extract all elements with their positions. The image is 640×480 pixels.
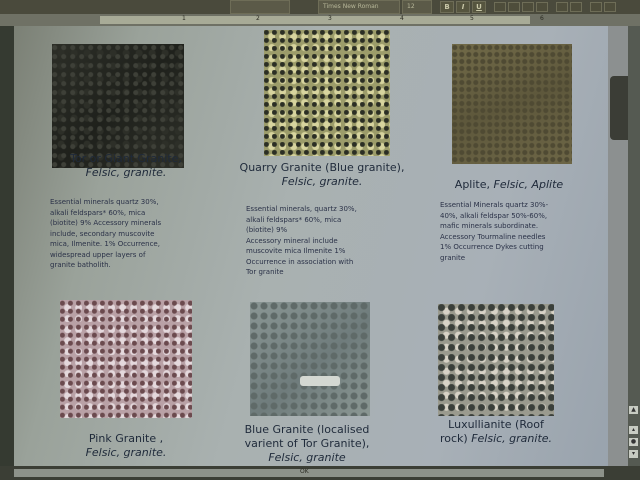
caption-subtitle: Felsic, Aplite xyxy=(493,178,564,191)
previous-page-icon[interactable]: ▴ xyxy=(629,426,638,434)
description-line: Accessory Tourmaline needles xyxy=(440,232,546,241)
caption-subtitle: Felsic, granite. xyxy=(471,432,553,445)
description-line: Accessory mineral include xyxy=(246,236,338,245)
numbered-list-icon[interactable] xyxy=(556,2,568,12)
underline-button[interactable]: U xyxy=(472,1,486,13)
quarry-granite-caption: Quarry Granite (Blue granite), Felsic, g… xyxy=(222,161,422,189)
scroll-up-icon[interactable]: ▲ xyxy=(629,406,638,414)
pink-granite-caption: Pink Granite , Felsic, granite. xyxy=(66,432,186,460)
caption-subtitle: Felsic, granite xyxy=(268,451,346,464)
luxullianite-photo xyxy=(438,304,554,416)
justify-icon[interactable] xyxy=(536,2,548,12)
ruler-number: 3 xyxy=(328,15,332,22)
description-line: granite xyxy=(440,253,466,262)
description-line: mica, Ilmenite. 1% Occurrence, xyxy=(50,240,160,248)
aplite-photo xyxy=(452,44,572,164)
caption-subtitle: Felsic, granite. xyxy=(281,175,363,188)
ruler-paper-area xyxy=(100,16,530,24)
blue-granite-photo xyxy=(250,302,370,416)
tor-granite-description: Essential minerals quartz 30%, alkali fe… xyxy=(50,197,161,271)
font-size-dropdown[interactable]: 12 xyxy=(402,0,432,14)
vertical-scrollbar[interactable]: ▲ ▴ ● ▾ xyxy=(628,26,640,466)
description-line: Essential minerals quartz 30%, xyxy=(50,198,159,206)
caption-title: Luxullianite (Roof xyxy=(448,418,544,431)
ruler[interactable]: 1 2 3 4 5 6 xyxy=(0,14,640,26)
ruler-number: 5 xyxy=(470,15,474,22)
blue-granite-caption: Blue Granite (localised varient of Tor G… xyxy=(232,423,382,465)
description-line: alkali feldspars* 60%, mica xyxy=(246,215,342,224)
description-line: granite batholith. xyxy=(50,261,111,269)
align-center-icon[interactable] xyxy=(508,2,520,12)
caption-subtitle: Felsic, granite. xyxy=(85,446,167,459)
italic-button[interactable]: I xyxy=(456,1,470,13)
caption-title: Quarry Granite (Blue granite), xyxy=(239,161,405,174)
aplite-description: Essential Minerals quartz 30%- 40%, alka… xyxy=(440,200,548,263)
luxullianite-caption: Luxullianite (Roof rock) Felsic, granite… xyxy=(428,418,564,446)
outdent-icon[interactable] xyxy=(604,2,616,12)
description-line: include, secondary muscovite xyxy=(50,229,155,238)
caption-title-line2: rock) xyxy=(439,432,468,445)
ruler-number: 1 xyxy=(182,15,186,22)
status-label: OK xyxy=(300,468,309,475)
description-line: Essential Minerals quartz 30%- xyxy=(440,201,549,209)
caption-title: Pink Granite , xyxy=(88,432,164,445)
horizontal-scrollbar[interactable] xyxy=(14,469,604,477)
ruler-number: 2 xyxy=(256,15,260,22)
align-right-icon[interactable] xyxy=(522,2,534,12)
style-dropdown[interactable] xyxy=(230,0,290,14)
caption-title: Tor or Giant Granite, xyxy=(70,152,182,165)
next-page-icon[interactable]: ▾ xyxy=(629,450,638,458)
caption-title: Aplite, xyxy=(454,178,490,191)
ruler-number: 4 xyxy=(400,15,404,22)
aplite-caption: Aplite, Felsic, Aplite xyxy=(434,178,584,192)
bold-button[interactable]: B xyxy=(440,1,454,13)
indent-icon[interactable] xyxy=(590,2,602,12)
description-line: Essential minerals, quartz 30%, xyxy=(246,205,357,213)
pink-granite-photo xyxy=(60,300,192,418)
document-page[interactable]: Tor or Giant Granite, Felsic, granite. Q… xyxy=(14,26,610,466)
ruler-number: 6 xyxy=(540,15,544,22)
quarry-granite-photo xyxy=(264,30,390,156)
description-line: Occurrence in association with xyxy=(246,257,354,266)
formatting-toolbar: Times New Roman 12 B I U xyxy=(0,0,640,14)
align-left-icon[interactable] xyxy=(494,2,506,12)
description-line: widespread upper layers of xyxy=(50,250,146,259)
select-browse-object-icon[interactable]: ● xyxy=(629,438,638,446)
quarry-granite-description: Essential minerals, quartz 30%, alkali f… xyxy=(246,204,357,278)
description-line: alkali feldspars* 60%, mica xyxy=(50,208,146,217)
description-line: (biotite) 9% Accessory minerals xyxy=(50,219,162,227)
description-line: (biotite) 9% xyxy=(246,226,288,234)
font-name-dropdown[interactable]: Times New Roman xyxy=(318,0,400,14)
tor-granite-caption: Tor or Giant Granite, Felsic, granite. xyxy=(42,152,210,180)
left-margin xyxy=(0,26,14,466)
description-line: Tor granite xyxy=(246,268,284,276)
status-bar: OK xyxy=(0,466,640,480)
tor-granite-photo xyxy=(52,44,184,168)
bullet-list-icon[interactable] xyxy=(570,2,582,12)
description-line: 40%, alkali feldspar 50%-60%, xyxy=(440,211,548,220)
caption-subtitle: Felsic, granite. xyxy=(85,166,167,179)
description-line: mafic minerals subordinate. xyxy=(440,222,539,230)
caption-title-line2: varient of Tor Granite), xyxy=(244,437,370,450)
description-line: 1% Occurrence Dykes cutting xyxy=(440,243,544,251)
caption-title: Blue Granite (localised xyxy=(244,423,370,436)
description-line: muscovite mica Ilmenite 1% xyxy=(246,247,346,255)
